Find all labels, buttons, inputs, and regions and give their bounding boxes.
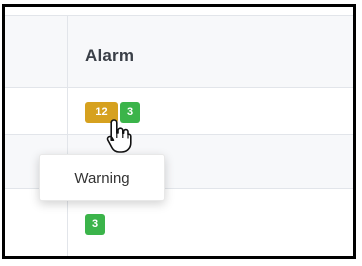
alarm-table-panel: Alarm 12 3 3 Warning (2, 4, 356, 259)
column-header-alarm[interactable]: Alarm (85, 46, 134, 66)
table-header-row (5, 15, 353, 88)
row-divider (5, 134, 353, 135)
tooltip-warning: Warning (39, 154, 165, 201)
column-divider (67, 15, 68, 256)
alarm-badge-ok[interactable]: 3 (85, 214, 105, 235)
hand-pointer-icon (106, 119, 132, 153)
